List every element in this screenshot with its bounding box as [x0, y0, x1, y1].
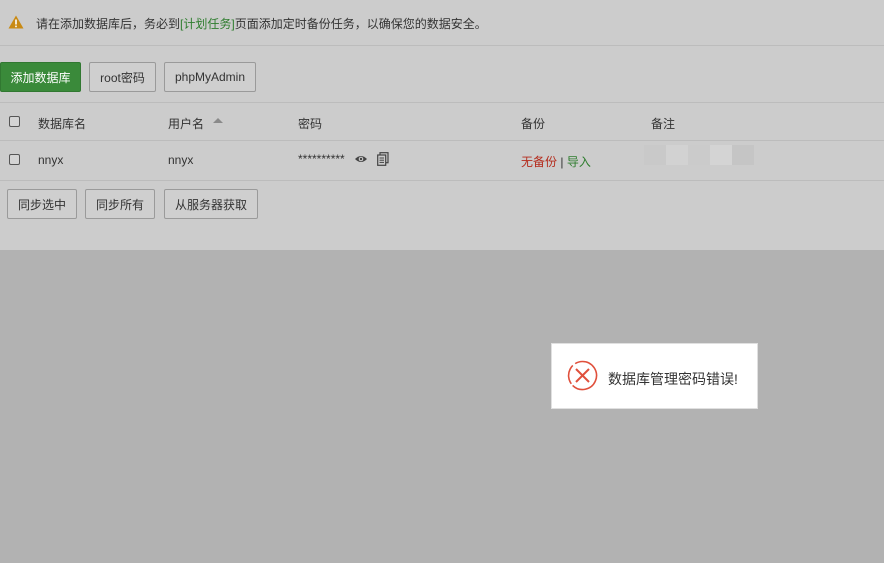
notice-text-before: 请在添加数据库后，务必到	[36, 17, 181, 31]
database-panel: 请在添加数据库后，务必到[计划任务]页面添加定时备份任务，以确保您的数据安全。 …	[0, 0, 884, 250]
error-dialog: 数据库管理密码错误!	[551, 343, 758, 409]
notice-text: 请在添加数据库后，务必到[计划任务]页面添加定时备份任务，以确保您的数据安全。	[36, 15, 487, 32]
phpmyadmin-button[interactable]: phpMyAdmin	[164, 62, 256, 92]
select-all-checkbox[interactable]	[9, 116, 20, 127]
no-backup-link[interactable]: 无备份	[521, 155, 557, 169]
import-link[interactable]: 导入	[567, 155, 591, 169]
col-username[interactable]: 用户名	[168, 115, 204, 132]
error-message: 数据库管理密码错误!	[608, 371, 738, 387]
backup-notice: 请在添加数据库后，务必到[计划任务]页面添加定时备份任务，以确保您的数据安全。	[0, 0, 884, 46]
error-icon	[567, 360, 598, 391]
col-note: 备注	[651, 117, 676, 131]
col-backup: 备份	[521, 117, 546, 131]
notice-text-after: 页面添加定时备份任务，以确保您的数据安全。	[234, 17, 487, 31]
sort-asc-icon[interactable]	[213, 118, 223, 123]
add-database-button[interactable]: 添加数据库	[0, 62, 81, 92]
note-field[interactable]	[644, 145, 756, 165]
table-row: nnyx nnyx ********** 无备份 | 导入	[0, 141, 884, 181]
fetch-from-server-button[interactable]: 从服务器获取	[164, 189, 258, 219]
row-db-name: nnyx	[38, 153, 64, 167]
sync-all-button[interactable]: 同步所有	[85, 189, 155, 219]
row-checkbox[interactable]	[9, 154, 20, 165]
eye-icon[interactable]	[354, 154, 368, 164]
backup-cell: 无备份 | 导入	[521, 153, 591, 170]
backup-separator: |	[560, 155, 564, 169]
schedule-task-link[interactable]: [计划任务]	[180, 17, 235, 31]
copy-icon[interactable]	[377, 152, 389, 166]
col-db-name[interactable]: 数据库名	[38, 115, 86, 132]
row-password: **********	[298, 152, 345, 166]
sync-selected-button[interactable]: 同步选中	[7, 189, 77, 219]
row-username: nnyx	[168, 153, 194, 167]
table-header: 数据库名 用户名 密码 备份 备注	[0, 102, 884, 141]
root-password-button[interactable]: root密码	[89, 62, 156, 92]
warning-icon	[8, 15, 24, 29]
col-password: 密码	[298, 117, 323, 131]
